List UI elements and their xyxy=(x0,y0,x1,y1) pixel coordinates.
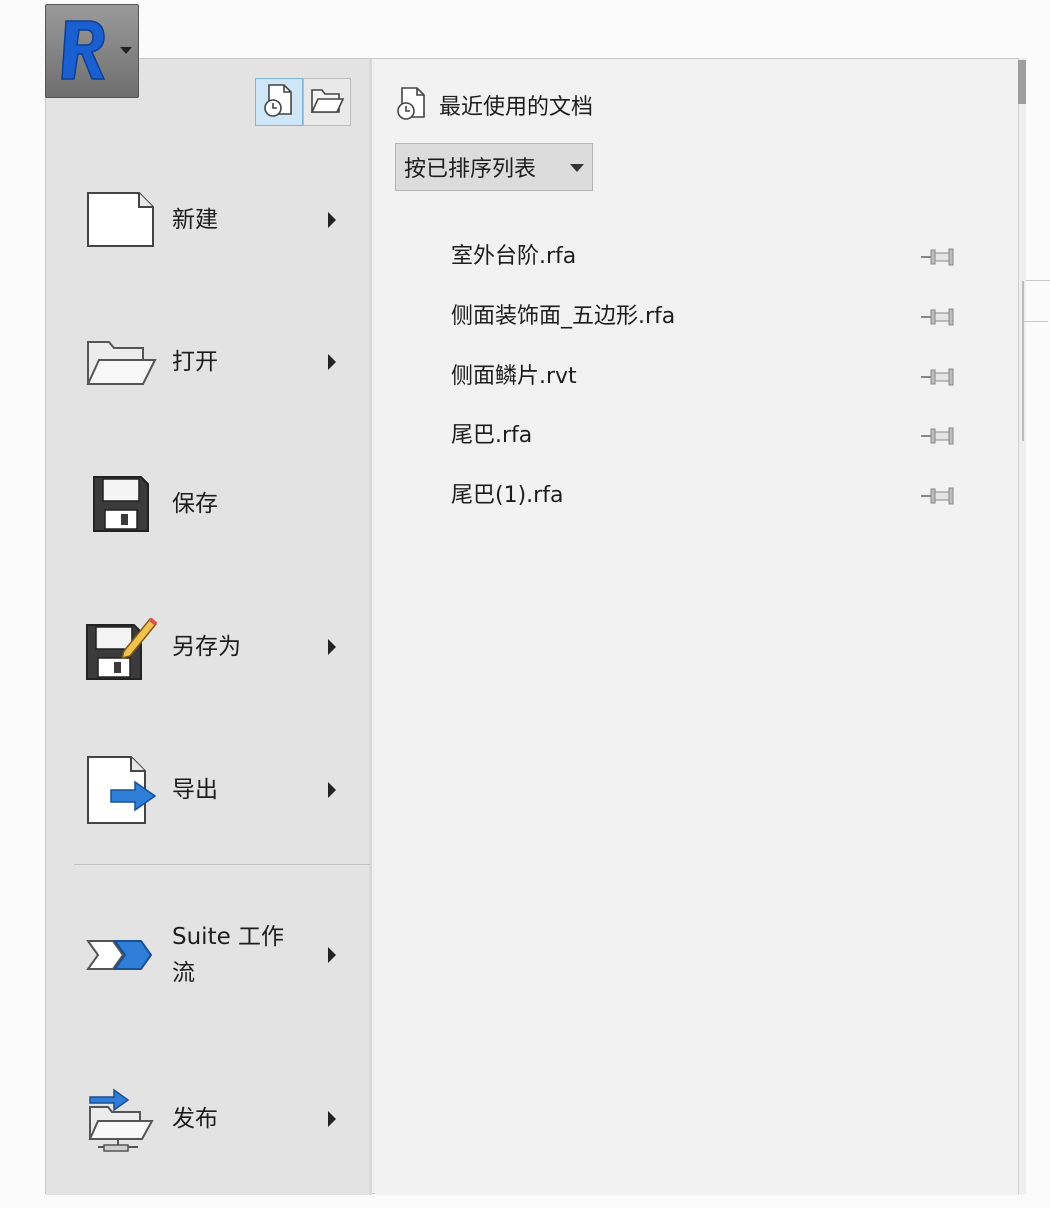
background-window-edge xyxy=(1022,280,1050,441)
menu-item-label: 导出 xyxy=(172,777,218,803)
pin-icon[interactable] xyxy=(919,485,955,507)
publish-icon xyxy=(84,1082,158,1156)
sort-order-dropdown[interactable]: 按已排序列表 xyxy=(395,143,593,191)
chevron-right-icon xyxy=(328,212,336,228)
recent-file-row[interactable]: 室外台阶.rfa xyxy=(375,237,1015,277)
recent-file-name: 侧面装饰面_五边形.rfa xyxy=(451,304,676,329)
recent-file-row[interactable]: 侧面鳞片.rvt xyxy=(375,357,1015,397)
recent-file-name: 室外台阶.rfa xyxy=(451,244,577,269)
revit-logo-icon xyxy=(58,17,110,87)
chevron-right-icon xyxy=(328,782,336,798)
pin-icon[interactable] xyxy=(919,246,955,268)
vertical-scrollbar[interactable] xyxy=(1018,58,1026,1194)
menu-item-label: 打开 xyxy=(172,349,218,375)
recent-documents-header: 最近使用的文档 xyxy=(395,85,593,125)
open-folder-icon xyxy=(84,325,158,399)
pin-icon[interactable] xyxy=(919,425,955,447)
chevron-right-icon xyxy=(328,947,336,963)
export-icon xyxy=(84,753,158,827)
application-menu-window: 新建 打开 保存 另存为 导出 Suite 工作流 发布 最近使用的文档 按已排… xyxy=(0,0,1050,1208)
recent-file-name: 尾巴.rfa xyxy=(451,423,533,448)
menu-item-open[interactable]: 打开 xyxy=(46,312,372,412)
open-documents-toggle[interactable] xyxy=(303,78,351,126)
pin-icon[interactable] xyxy=(919,306,955,328)
menu-item-label: 发布 xyxy=(172,1106,218,1132)
recent-documents-title: 最近使用的文档 xyxy=(439,95,594,120)
recent-documents-toggle[interactable] xyxy=(255,78,303,126)
recent-file-row[interactable]: 尾巴(1).rfa xyxy=(375,476,1015,516)
chevron-down-icon xyxy=(120,47,132,54)
view-toggle-group xyxy=(255,78,351,126)
menu-item-save[interactable]: 保存 xyxy=(46,454,372,554)
chevron-right-icon xyxy=(328,1111,336,1127)
menu-item-label: 新建 xyxy=(172,207,218,233)
menu-item-label: 另存为 xyxy=(172,634,241,660)
recent-file-name: 侧面鳞片.rvt xyxy=(451,364,577,389)
recent-documents-icon xyxy=(262,82,296,122)
pin-icon[interactable] xyxy=(919,366,955,388)
menu-item-export[interactable]: 导出 xyxy=(46,740,372,840)
recent-documents-pane: 最近使用的文档 按已排序列表 室外台阶.rfa 侧面装饰面_五边形.rfa 侧面… xyxy=(375,59,1024,1195)
application-menu-button[interactable] xyxy=(45,4,139,98)
chevron-right-icon xyxy=(328,639,336,655)
menu-item-publish[interactable]: 发布 xyxy=(46,1069,372,1169)
menu-commands-pane: 新建 打开 保存 另存为 导出 Suite 工作流 发布 xyxy=(46,59,372,1195)
chevron-down-icon xyxy=(570,164,584,172)
menu-item-suite-workflow[interactable]: Suite 工作流 xyxy=(46,905,372,1005)
chevron-right-icon xyxy=(328,354,336,370)
recent-documents-icon xyxy=(395,85,429,125)
sort-order-label: 按已排序列表 xyxy=(404,157,537,182)
suite-workflow-icon xyxy=(84,918,158,992)
recent-file-name: 尾巴(1).rfa xyxy=(451,483,564,508)
menu-item-save-as[interactable]: 另存为 xyxy=(46,597,372,697)
application-menu: 新建 打开 保存 另存为 导出 Suite 工作流 发布 最近使用的文档 按已排… xyxy=(45,58,1025,1195)
open-documents-icon xyxy=(309,84,345,120)
save-as-icon xyxy=(84,610,158,684)
scrollbar-thumb[interactable] xyxy=(1018,60,1026,104)
new-document-icon xyxy=(84,183,158,257)
recent-file-row[interactable]: 侧面装饰面_五边形.rfa xyxy=(375,297,1015,337)
menu-divider xyxy=(74,864,370,865)
menu-item-label: Suite 工作流 xyxy=(172,924,285,986)
menu-item-new[interactable]: 新建 xyxy=(46,170,372,270)
recent-file-row[interactable]: 尾巴.rfa xyxy=(375,416,1015,456)
menu-item-label: 保存 xyxy=(172,491,218,517)
save-disk-icon xyxy=(84,467,158,541)
